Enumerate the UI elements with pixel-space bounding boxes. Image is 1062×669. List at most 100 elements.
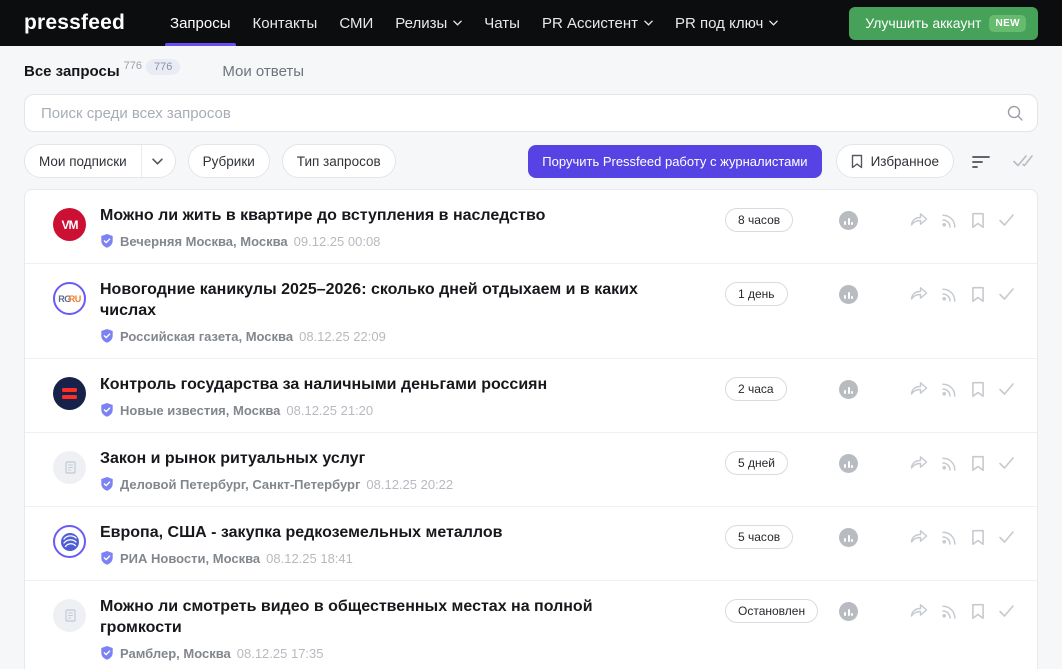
share-icon (910, 604, 928, 617)
share-button[interactable] (908, 210, 930, 230)
bookmark-icon (972, 455, 984, 471)
request-row[interactable]: RG RU Новогодние каникулы 2025–2026: скол… (25, 264, 1037, 359)
mark-done-button[interactable] (996, 285, 1017, 303)
source-avatar (53, 599, 86, 632)
rubrics-filter-chip[interactable]: Рубрики (187, 144, 270, 178)
share-button[interactable] (908, 527, 930, 547)
search-input[interactable] (24, 94, 1038, 132)
source-avatar: VM (53, 208, 86, 241)
check-icon (999, 214, 1014, 226)
request-main: Новогодние каникулы 2025–2026: сколько д… (100, 279, 645, 344)
favorites-filter-chip[interactable]: Избранное (835, 144, 954, 178)
request-type-filter-label: Тип запросов (296, 153, 381, 169)
subscribe-button[interactable] (939, 601, 960, 621)
sort-button[interactable] (968, 149, 994, 173)
rss-icon (942, 383, 956, 397)
subscribe-button[interactable] (939, 210, 960, 230)
nav-item-chats[interactable]: Чаты (473, 0, 531, 46)
share-icon (910, 213, 928, 226)
request-title[interactable]: Закон и рынок ритуальных услуг (100, 448, 645, 469)
pressfeed-logo[interactable]: pressfeed (24, 0, 125, 46)
share-button[interactable] (908, 284, 930, 304)
rss-icon (942, 288, 956, 302)
search-bar (24, 94, 1038, 132)
nav-item-releases[interactable]: Релизы (384, 0, 473, 46)
source-avatar (53, 525, 86, 558)
nav-item-pr-assistant[interactable]: PR Ассистент (531, 0, 664, 46)
request-datetime: 08.12.25 20:22 (366, 476, 454, 492)
subscribe-button[interactable] (939, 453, 960, 473)
upgrade-account-button[interactable]: Улучшить аккаунт NEW (849, 6, 1038, 40)
source-avatar (53, 377, 86, 410)
request-title[interactable]: Контроль государства за наличными деньга… (100, 374, 645, 395)
stats-icon (839, 453, 858, 473)
bookmark-button[interactable] (969, 379, 987, 400)
globe-logo-icon (60, 532, 79, 551)
request-datetime: 08.12.25 21:20 (286, 402, 374, 418)
request-title[interactable]: Можно ли жить в квартире до вступления в… (100, 205, 645, 226)
share-button[interactable] (908, 379, 930, 399)
request-row[interactable]: Можно ли смотреть видео в общественных м… (25, 581, 1037, 669)
time-left-badge: Остановлен (725, 599, 819, 623)
nav-item-label: Релизы (395, 14, 448, 32)
request-title[interactable]: Европа, США - закупка редкоземельных мет… (100, 522, 645, 543)
sort-icon (972, 156, 990, 168)
nav-item-media[interactable]: СМИ (328, 0, 384, 46)
request-type-filter-chip[interactable]: Тип запросов (281, 144, 396, 178)
subscribe-button[interactable] (939, 527, 960, 547)
share-icon (910, 456, 928, 469)
bookmark-button[interactable] (969, 284, 987, 305)
request-title[interactable]: Можно ли смотреть видео в общественных м… (100, 596, 645, 638)
source-avatar (53, 451, 86, 484)
request-actions: Остановлен (725, 598, 1017, 624)
bookmark-icon (972, 286, 984, 302)
stats-icon (839, 210, 858, 230)
nav-item-contacts[interactable]: Контакты (242, 0, 329, 46)
share-button[interactable] (908, 601, 930, 621)
nav-item-label: PR под ключ (675, 14, 764, 32)
row-icon-group (908, 453, 1017, 474)
rss-icon (942, 457, 956, 471)
mark-done-button[interactable] (996, 380, 1017, 398)
double-check-icon (1013, 155, 1033, 167)
request-main: Контроль государства за наличными деньга… (100, 374, 645, 418)
mark-done-button[interactable] (996, 528, 1017, 546)
bookmark-button[interactable] (969, 453, 987, 474)
bookmark-button[interactable] (969, 601, 987, 622)
share-icon (910, 287, 928, 300)
bookmark-button[interactable] (969, 527, 987, 548)
mark-done-button[interactable] (996, 211, 1017, 229)
row-icon-group (908, 601, 1017, 622)
share-button[interactable] (908, 453, 930, 473)
subscribe-button[interactable] (939, 379, 960, 399)
subscriptions-filter-chip[interactable]: Мои подписки (24, 144, 176, 178)
rubrics-filter-label: Рубрики (202, 153, 255, 169)
row-icon-group (908, 379, 1017, 400)
request-row[interactable]: Европа, США - закупка редкоземельных мет… (25, 507, 1037, 581)
tab-my-answers[interactable]: Мои ответы (222, 63, 304, 80)
request-row[interactable]: Закон и рынок ритуальных услуг Деловой П… (25, 433, 1037, 507)
subscriptions-dropdown-toggle[interactable] (140, 145, 175, 177)
request-main: Можно ли смотреть видео в общественных м… (100, 596, 645, 661)
bookmark-icon (972, 212, 984, 228)
request-datetime: 08.12.25 22:09 (299, 328, 386, 344)
mark-all-read-button[interactable] (1008, 149, 1038, 173)
request-row[interactable]: Контроль государства за наличными деньга… (25, 359, 1037, 433)
nav-item-label: Запросы (170, 14, 231, 32)
subscribe-button[interactable] (939, 284, 960, 304)
search-icon[interactable] (1006, 104, 1024, 122)
verified-shield-icon (101, 646, 113, 660)
bookmark-button[interactable] (969, 210, 987, 231)
request-row[interactable]: VM Можно ли жить в квартире до вступлени… (25, 190, 1037, 264)
nav-item-pr-turnkey[interactable]: PR под ключ (664, 0, 789, 46)
tab-all-requests[interactable]: Все запросы 776 776 (24, 59, 181, 80)
bookmark-icon (851, 154, 862, 168)
mark-done-button[interactable] (996, 454, 1017, 472)
mark-done-button[interactable] (996, 602, 1017, 620)
requests-count-superscript: 776 (123, 60, 142, 72)
nav-item-requests[interactable]: Запросы (159, 0, 242, 46)
hire-pressfeed-button[interactable]: Поручить Pressfeed работу с журналистами (528, 144, 822, 178)
request-title[interactable]: Новогодние каникулы 2025–2026: сколько д… (100, 279, 645, 321)
request-datetime: 08.12.25 17:35 (236, 645, 324, 661)
request-source: Рамблер, Москва (120, 645, 231, 661)
